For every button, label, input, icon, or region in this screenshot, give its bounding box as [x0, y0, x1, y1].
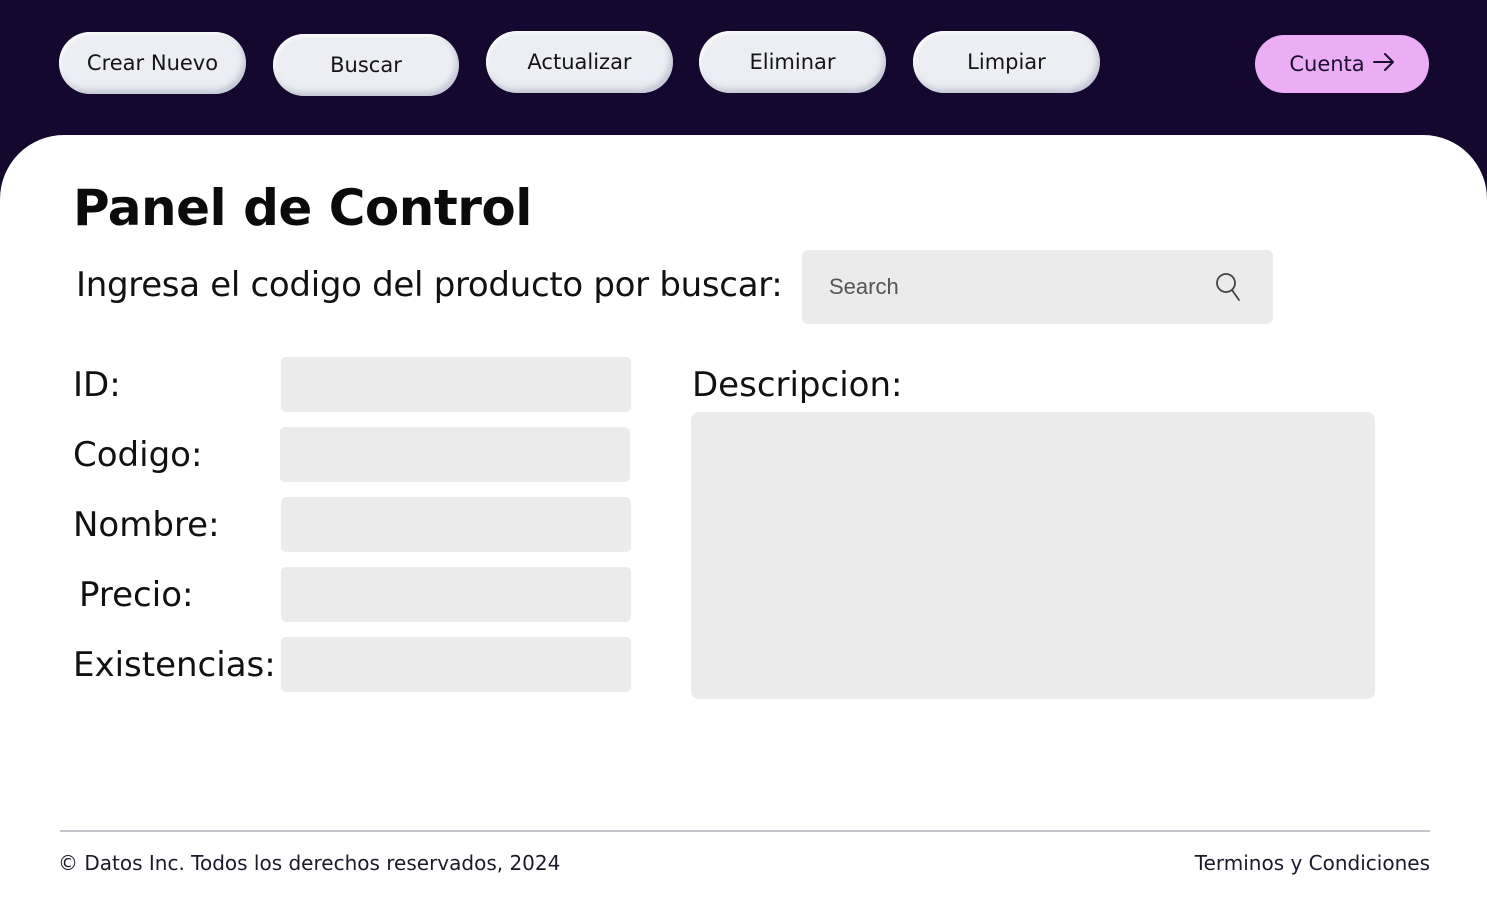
name-field[interactable] — [281, 497, 631, 552]
id-label: ID: — [73, 365, 121, 405]
code-field[interactable] — [280, 427, 630, 482]
delete-button[interactable]: Eliminar — [699, 31, 886, 93]
stock-field[interactable] — [281, 637, 631, 692]
account-button[interactable]: Cuenta — [1255, 35, 1429, 93]
clear-button[interactable]: Limpiar — [913, 31, 1100, 93]
name-label: Nombre: — [73, 505, 220, 545]
arrow-right-icon — [1372, 52, 1395, 76]
main-panel: Panel de Control Ingresa el codigo del p… — [0, 135, 1487, 908]
description-field[interactable] — [691, 412, 1375, 699]
product-search-box — [802, 250, 1273, 324]
account-button-label: Cuenta — [1289, 52, 1365, 76]
footer-divider — [60, 830, 1430, 832]
search-icon[interactable] — [1212, 270, 1246, 304]
terms-link[interactable]: Terminos y Condiciones — [1195, 851, 1430, 875]
id-field[interactable] — [281, 357, 631, 412]
update-button[interactable]: Actualizar — [486, 31, 673, 93]
description-label: Descripcion: — [692, 365, 903, 405]
code-label: Codigo: — [73, 435, 203, 475]
stock-label: Existencias: — [73, 645, 276, 685]
copyright-text: © Datos Inc. Todos los derechos reservad… — [58, 851, 561, 875]
price-label: Precio: — [79, 575, 194, 615]
search-prompt-label: Ingresa el codigo del producto por busca… — [76, 265, 783, 305]
price-field[interactable] — [281, 567, 631, 622]
page-title: Panel de Control — [73, 179, 532, 237]
search-button[interactable]: Buscar — [273, 34, 459, 96]
product-search-input[interactable] — [802, 250, 1202, 324]
create-new-button[interactable]: Crear Nuevo — [59, 32, 246, 94]
